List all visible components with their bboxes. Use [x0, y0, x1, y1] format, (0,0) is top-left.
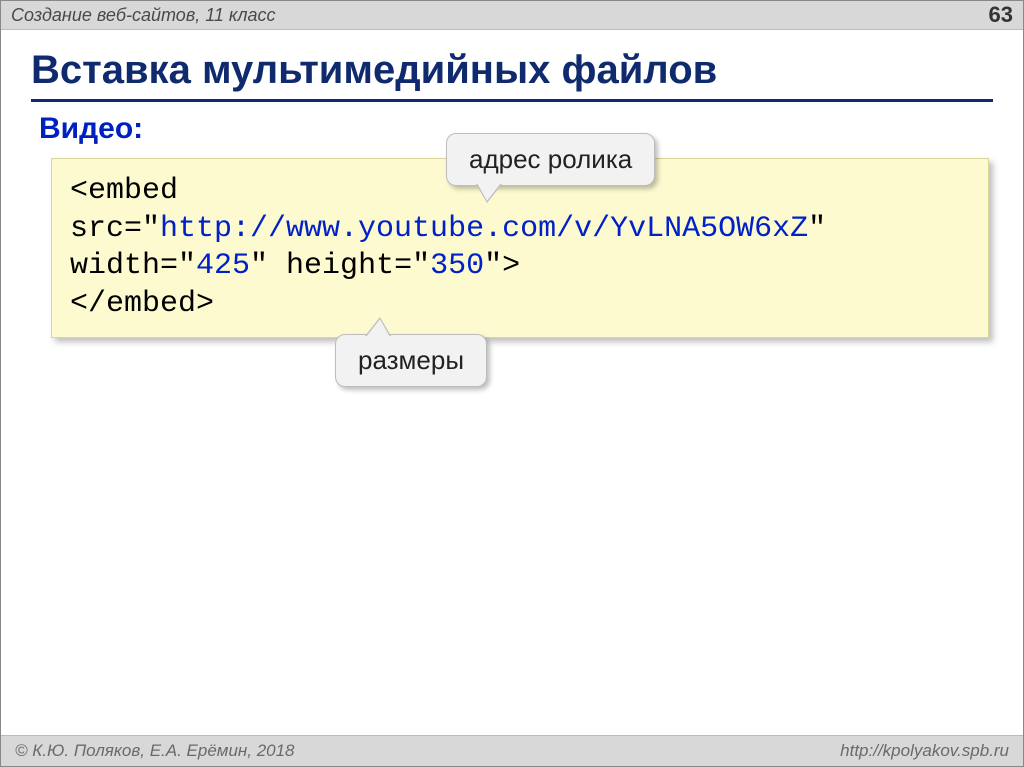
- code-text: ">: [484, 249, 520, 283]
- page-title: Вставка мультимедийных файлов: [31, 48, 993, 102]
- code-text: ": [808, 212, 826, 246]
- slide: Создание веб-сайтов, 11 класс 63 Вставка…: [0, 0, 1024, 767]
- callout-address: адрес ролика: [446, 133, 655, 186]
- code-width: 425: [196, 249, 250, 283]
- code-text: " height=": [250, 249, 430, 283]
- footer-bar: © К.Ю. Поляков, Е.А. Ерёмин, 2018 http:/…: [1, 735, 1023, 766]
- code-text: <embed: [70, 174, 178, 208]
- page-number: 63: [989, 2, 1013, 28]
- top-bar: Создание веб-сайтов, 11 класс 63: [1, 1, 1023, 30]
- code-text: width=": [70, 249, 196, 283]
- code-line-2: src="http://www.youtube.com/v/YvLNA5OW6x…: [70, 211, 970, 249]
- code-text: </embed>: [70, 287, 214, 321]
- breadcrumb: Создание веб-сайтов, 11 класс: [11, 5, 276, 26]
- code-line-4: </embed>: [70, 286, 970, 324]
- callout-label: размеры: [358, 345, 464, 375]
- footer-left: © К.Ю. Поляков, Е.А. Ерёмин, 2018: [15, 741, 295, 761]
- code-line-3: width="425" height="350">: [70, 248, 970, 286]
- code-height: 350: [430, 249, 484, 283]
- footer-right: http://kpolyakov.spb.ru: [840, 741, 1009, 761]
- code-url: http://www.youtube.com/v/YvLNA5OW6xZ: [160, 212, 808, 246]
- callout-label: адрес ролика: [469, 144, 632, 174]
- callout-dimensions: размеры: [335, 334, 487, 387]
- code-text: src=": [70, 212, 160, 246]
